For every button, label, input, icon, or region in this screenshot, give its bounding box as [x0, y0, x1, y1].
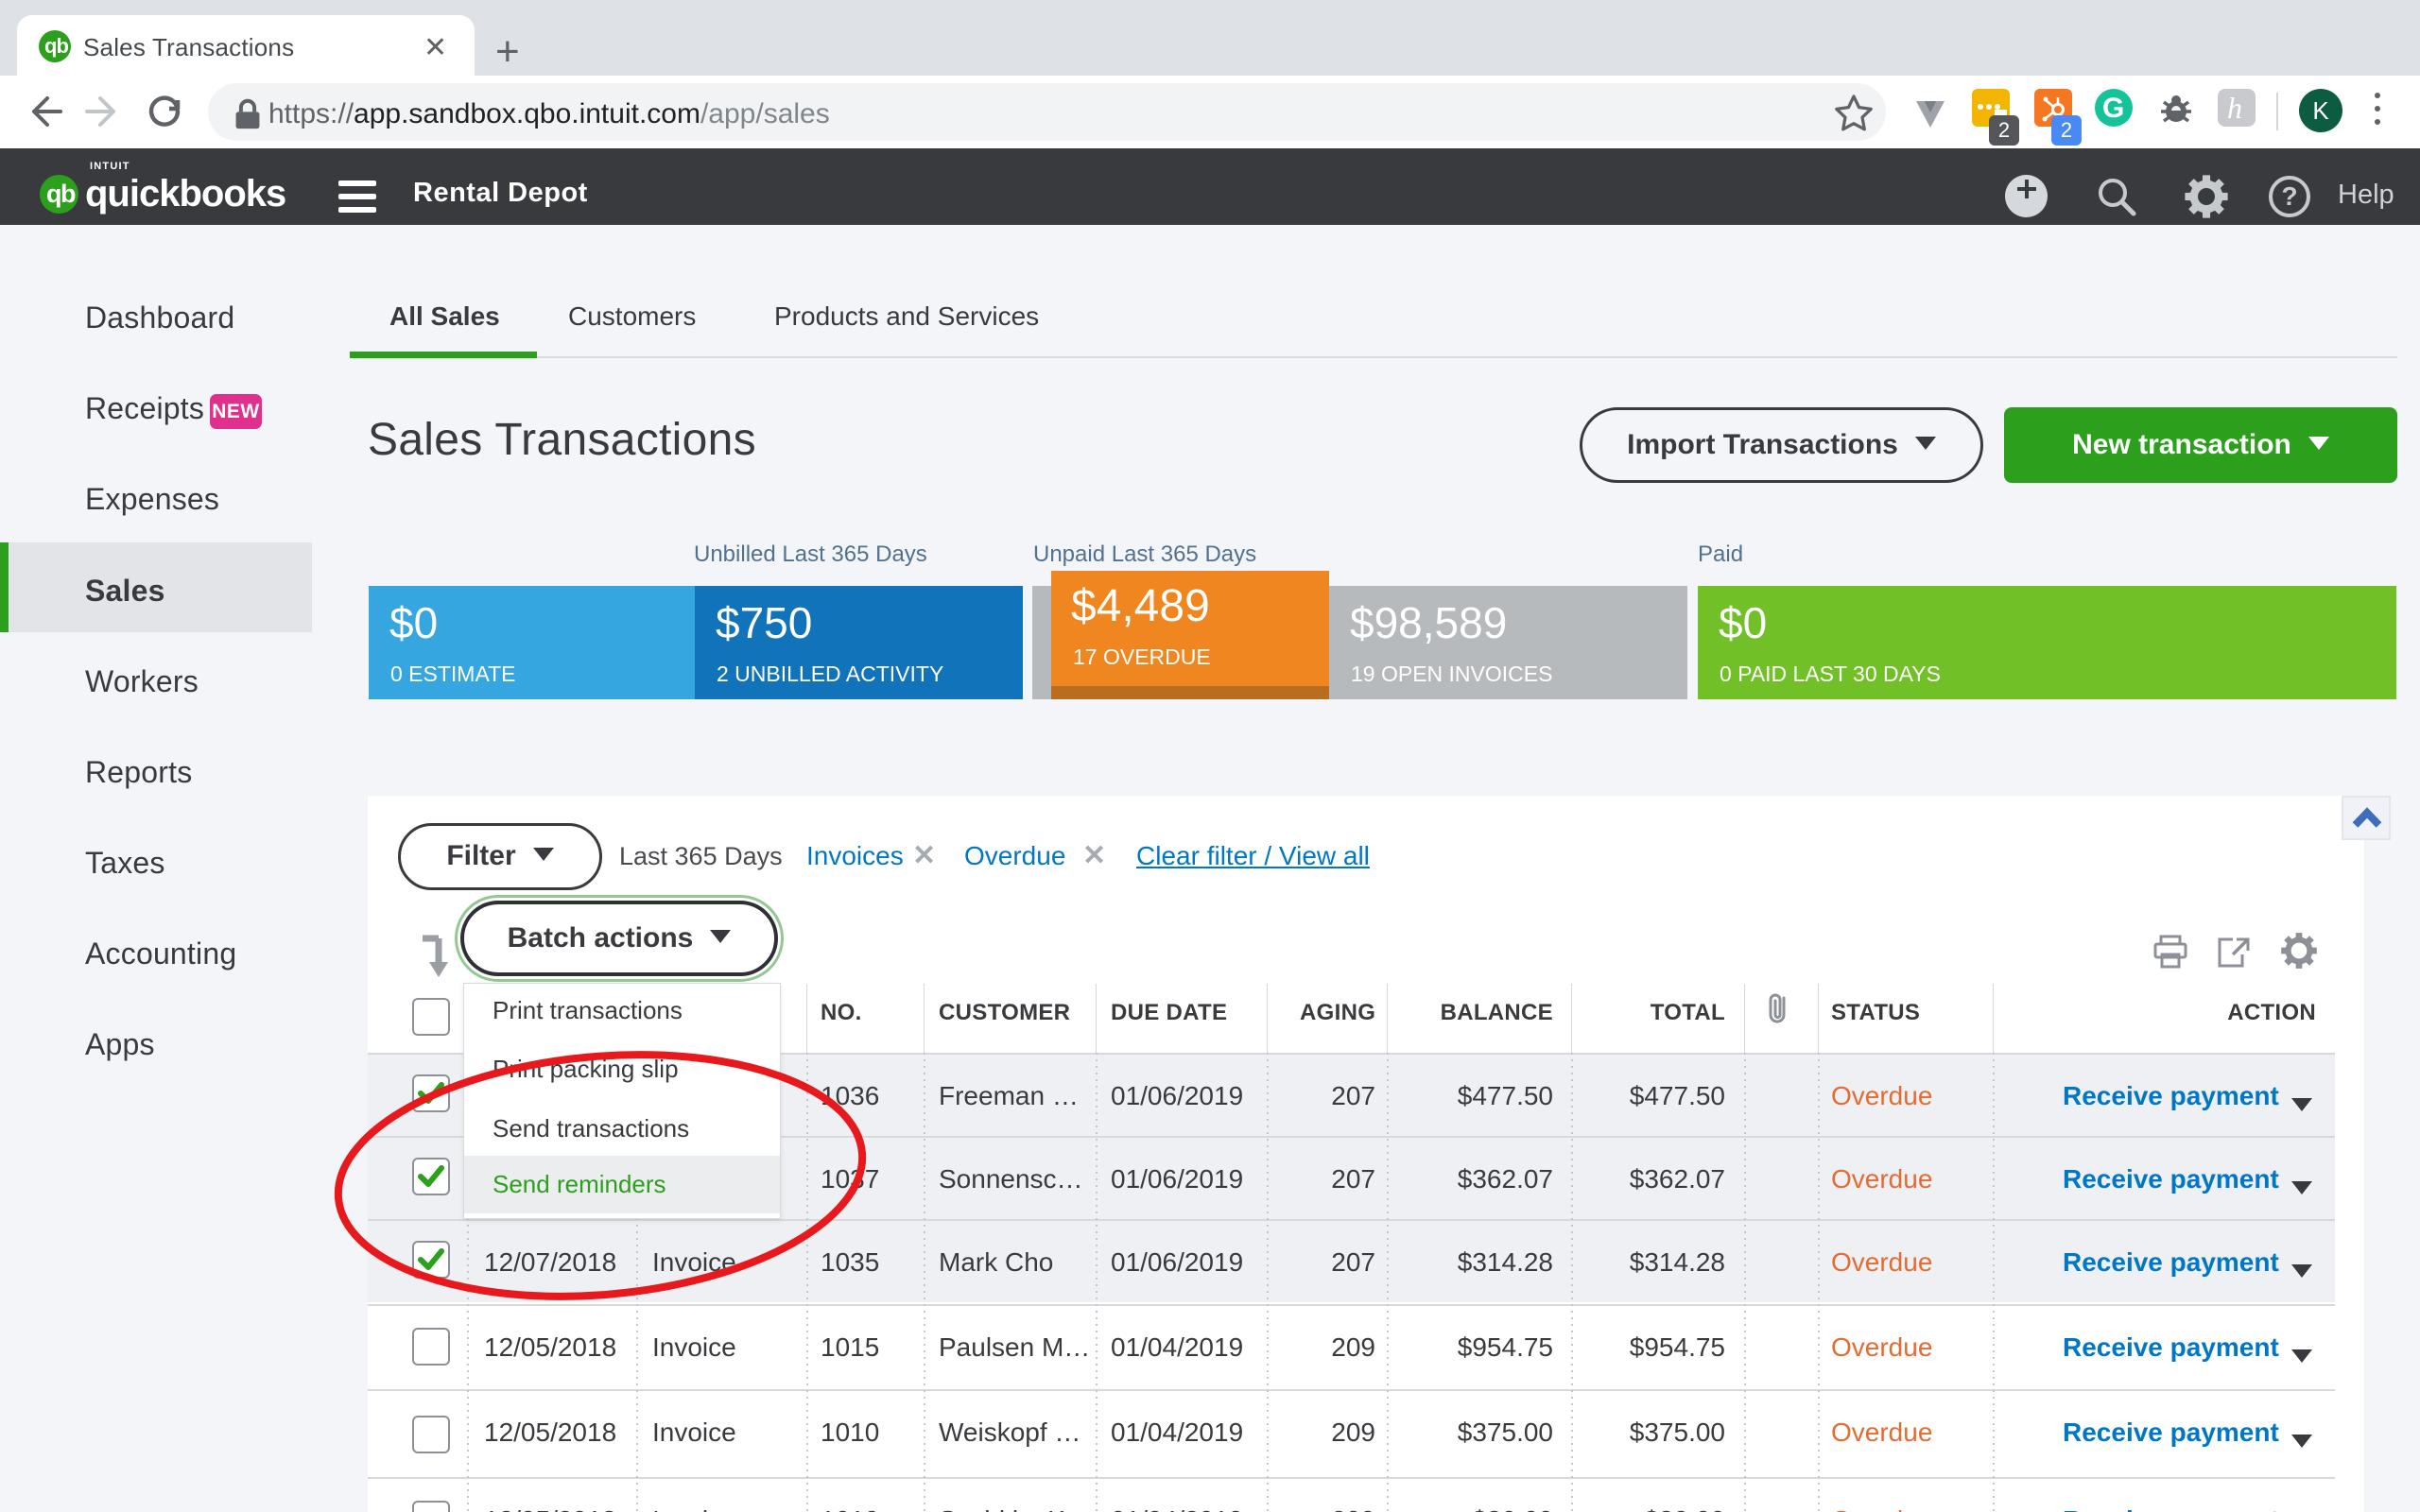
svg-text:?: ? — [2281, 181, 2297, 211]
